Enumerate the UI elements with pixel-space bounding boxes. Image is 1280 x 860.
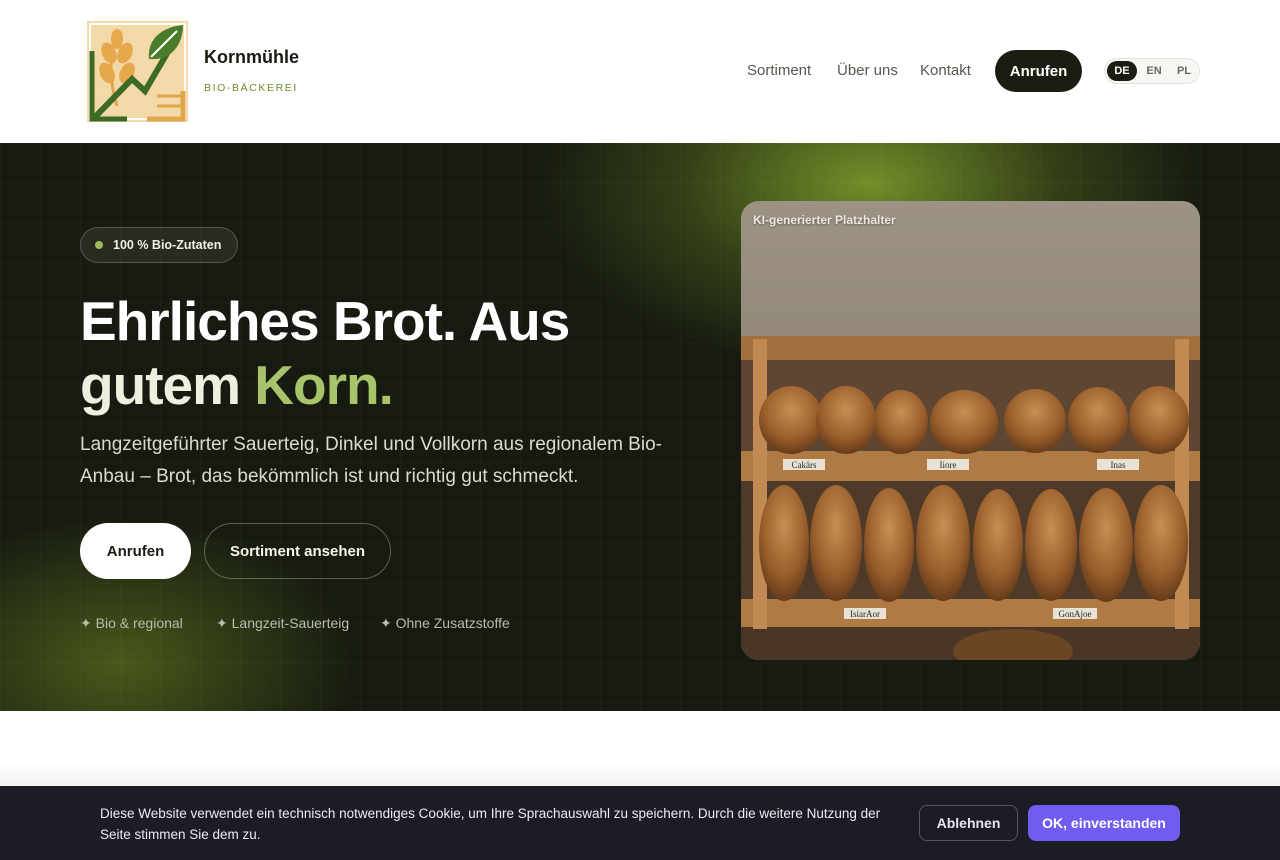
hero-call-button[interactable]: Anrufen [80, 523, 191, 579]
hero-lead: Langzeitgeführter Sauerteig, Dinkel und … [80, 434, 662, 487]
lang-pl[interactable]: PL [1169, 61, 1199, 81]
badge-dot-icon [95, 241, 103, 249]
cookie-decline-button[interactable]: Ablehnen [919, 805, 1018, 841]
nav-ueber-uns[interactable]: Über uns [837, 62, 898, 79]
hero-title-line2: gutem [80, 354, 255, 416]
hero-title-line1: Ehrliches Brot. Aus [80, 290, 570, 352]
feature-no-additives: ✦ Ohne Zusatzstoffe [380, 615, 510, 631]
hero-title: Ehrliches Brot. Aus gutem Korn. [80, 289, 570, 417]
lang-de[interactable]: DE [1107, 61, 1137, 81]
nav-kontakt[interactable]: Kontakt [920, 62, 971, 79]
section-shadow [0, 760, 1280, 786]
cookie-banner: Diese Website verwendet ein technisch no… [0, 786, 1280, 860]
cookie-text: Diese Website verwendet ein technisch no… [100, 806, 881, 842]
bread-shelf-image: Cakärs Iiore Inas IsiarAor GonAjoe KI-ge… [741, 201, 1200, 660]
feature-bio-regional: ✦ Bio & regional [80, 615, 183, 631]
view-assortment-button[interactable]: Sortiment ansehen [204, 523, 391, 579]
cookie-accept-button[interactable]: OK, einverstanden [1028, 805, 1180, 841]
shelf-label-5: GonAjoe [1059, 609, 1092, 619]
badge-text: 100 % Bio-Zutaten [113, 238, 222, 252]
shelf-label-3: Inas [1111, 460, 1126, 470]
language-switcher: DE EN PL [1104, 58, 1200, 84]
hero-title-accent: Korn. [254, 354, 394, 416]
shelf-label-4: IsiarAor [850, 609, 880, 619]
feature-sourdough: ✦ Langzeit-Sauerteig [216, 615, 350, 631]
bio-badge: 100 % Bio-Zutaten [80, 227, 239, 263]
nav-sortiment[interactable]: Sortiment [747, 62, 811, 79]
shelf-label-2: Iiore [940, 460, 957, 470]
brand-name[interactable]: Kornmühle [204, 47, 299, 68]
shelf-label-1: Cakärs [792, 460, 817, 470]
kornmuehle-logo[interactable] [87, 21, 188, 122]
site-header: Kornmühle BIO-BÄCKEREI Sortiment Über un… [0, 0, 1280, 143]
lang-en[interactable]: EN [1139, 61, 1169, 81]
ai-placeholder-label: KI-generierter Platzhalter [753, 213, 896, 227]
header-call-button[interactable]: Anrufen [995, 50, 1082, 92]
brand-tagline: BIO-BÄCKEREI [204, 82, 298, 94]
hero-section: 100 % Bio-Zutaten Ehrliches Brot. Aus gu… [0, 143, 1280, 711]
